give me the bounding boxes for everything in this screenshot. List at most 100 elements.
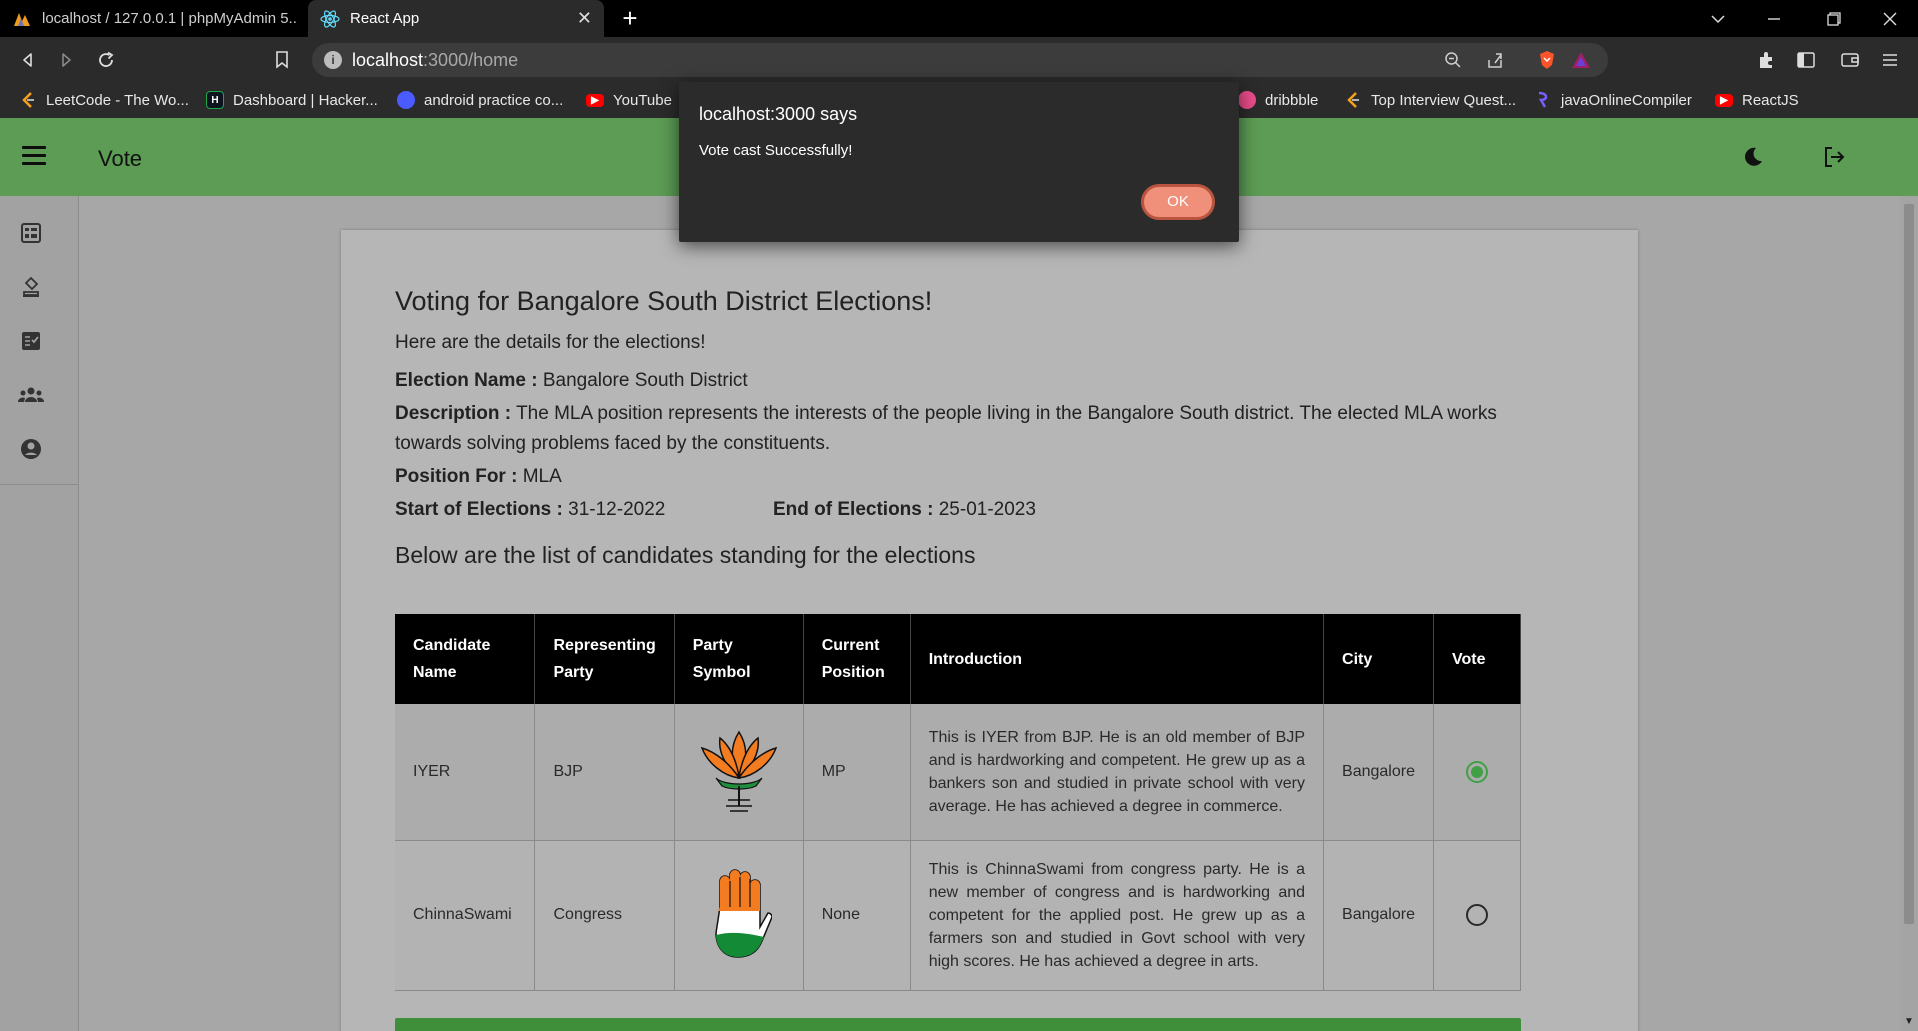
table-header-row: Candidate Name Representing Party Party … [395, 614, 1521, 704]
candidate-name: ChinnaSwami [395, 840, 536, 991]
header-party: Representing Party [534, 614, 675, 704]
extensions-icon[interactable] [1750, 44, 1782, 76]
page-title: Vote [98, 146, 143, 171]
brave-shield-icon[interactable] [1536, 49, 1558, 71]
description-field: Description : The MLA position represent… [395, 403, 1497, 454]
bookmark-dribbble[interactable]: dribbble [1238, 89, 1318, 111]
android-icon [397, 91, 415, 109]
header-vote: Vote [1433, 614, 1521, 704]
end-date-field: End of Elections : 25-01-2023 [773, 499, 1036, 520]
candidate-introduction: This is IYER from BJP. He is an old memb… [910, 704, 1325, 841]
candidate-introduction: This is ChinnaSwami from congress party.… [910, 840, 1325, 991]
start-date-field: Start of Elections : 31-12-2022 [395, 499, 666, 520]
table-row: ChinnaSwami Congress None This is Chinna… [395, 840, 1521, 991]
header-symbol: Party Symbol [674, 614, 804, 704]
menu-hamburger-icon[interactable] [1874, 44, 1906, 76]
vote-cell [1433, 840, 1521, 991]
election-heading: Voting for Bangalore South District Elec… [395, 286, 933, 316]
browser-tab-strip: localhost / 127.0.0.1 | phpMyAdmin 5... … [0, 0, 1918, 37]
candidate-city: Bangalore [1323, 704, 1434, 841]
dialog-ok-button[interactable]: OK [1141, 184, 1215, 220]
reload-icon[interactable] [90, 44, 122, 76]
dialog-message: Vote cast Successfully! [699, 142, 853, 159]
candidate-name: IYER [395, 704, 536, 841]
tab-title: React App [350, 10, 420, 27]
hand-symbol-icon [674, 840, 804, 991]
tab-react-app[interactable]: React App ✕ [308, 0, 604, 37]
candidate-party: Congress [534, 840, 675, 991]
scroll-down-arrow-icon[interactable]: ▼ [1904, 1016, 1914, 1027]
vote-icon[interactable] [18, 274, 44, 300]
react-icon [320, 9, 340, 29]
bookmark-android-practice[interactable]: android practice co... [397, 89, 563, 111]
bookmark-java-compiler[interactable]: javaOnlineCompiler [1534, 89, 1692, 111]
bookmark-hackerrank[interactable]: H Dashboard | Hacker... [206, 89, 378, 111]
tab-phpmyadmin[interactable]: localhost / 127.0.0.1 | phpMyAdmin 5... [0, 0, 308, 37]
candidates-heading: Below are the list of candidates standin… [395, 542, 976, 568]
new-tab-button[interactable]: + [616, 4, 644, 32]
brave-rewards-icon[interactable] [1570, 49, 1592, 71]
zoom-icon[interactable] [1442, 49, 1464, 71]
election-card: Voting for Bangalore South District Elec… [341, 230, 1638, 1031]
phpmyadmin-icon [12, 9, 32, 29]
scrollbar-thumb[interactable] [1904, 204, 1914, 924]
wallet-icon[interactable] [1834, 44, 1866, 76]
header-position: Current Position [803, 614, 911, 704]
vote-radio-chinnaswami[interactable] [1466, 904, 1488, 926]
logout-icon[interactable] [1822, 145, 1846, 169]
site-info-icon[interactable]: i [324, 51, 342, 69]
browser-toolbar: i localhost:3000/home [0, 37, 1918, 83]
candidate-city: Bangalore [1323, 840, 1434, 991]
dashboard-icon[interactable] [18, 220, 44, 246]
candidate-party: BJP [534, 704, 675, 841]
candidate-current-position: MP [803, 704, 911, 841]
minimize-icon[interactable] [1746, 0, 1802, 37]
close-window-icon[interactable] [1862, 0, 1918, 37]
lotus-symbol-icon [674, 704, 804, 841]
candidates-table: Candidate Name Representing Party Party … [395, 614, 1521, 991]
dribbble-icon [1238, 91, 1256, 109]
bookmark-youtube[interactable]: ▶ YouTube [586, 89, 672, 111]
youtube-icon: ▶ [586, 93, 604, 107]
sidebar-divider [0, 484, 78, 485]
compiler-icon [1534, 91, 1552, 109]
share-icon[interactable] [1484, 49, 1506, 71]
restore-icon[interactable] [1806, 0, 1862, 37]
results-icon[interactable] [18, 328, 44, 354]
dialog-title: localhost:3000 says [699, 104, 858, 124]
address-bar[interactable]: i localhost:3000/home [312, 43, 1608, 77]
close-tab-icon[interactable]: ✕ [577, 8, 592, 29]
candidates-icon[interactable] [18, 382, 44, 408]
page-scrollbar[interactable]: ▼ [1900, 196, 1918, 1031]
header-introduction: Introduction [910, 614, 1325, 704]
content-area: Voting for Bangalore South District Elec… [0, 196, 1918, 1031]
table-row: IYER BJP MP This is IYER from BJP. He is… [395, 704, 1521, 841]
candidate-current-position: None [803, 840, 911, 991]
back-icon[interactable] [12, 44, 44, 76]
election-subline: Here are the details for the elections! [395, 332, 706, 353]
header-candidate-name: Candidate Name [395, 614, 536, 704]
tab-search-chevron-icon[interactable] [1690, 0, 1746, 37]
election-name-field: Election Name : Bangalore South District [395, 370, 748, 391]
bookmark-leetcode[interactable]: LeetCode - The Wo... [19, 89, 189, 111]
leetcode-icon [19, 91, 37, 109]
url-text[interactable]: localhost:3000/home [352, 50, 518, 71]
dark-mode-moon-icon[interactable] [1742, 146, 1764, 168]
bookmark-reactjs[interactable]: ▶ ReactJS [1715, 89, 1799, 111]
vote-cell [1433, 704, 1521, 841]
submit-button[interactable]: SUBMIT [395, 1018, 1521, 1031]
hackerrank-icon: H [206, 91, 224, 109]
header-city: City [1323, 614, 1434, 704]
forward-icon[interactable] [50, 44, 82, 76]
sidebar-toggle-icon[interactable] [1790, 44, 1822, 76]
tab-title: localhost / 127.0.0.1 | phpMyAdmin 5... [42, 10, 296, 27]
vote-radio-iyer[interactable] [1466, 760, 1488, 783]
alert-dialog: localhost:3000 says Vote cast Successful… [679, 82, 1239, 242]
menu-icon[interactable] [22, 146, 46, 166]
bookmark-top-interview[interactable]: Top Interview Quest... [1344, 89, 1516, 111]
sidebar [0, 196, 79, 1031]
leetcode-icon [1344, 91, 1362, 109]
bookmark-icon[interactable] [266, 44, 298, 76]
position-field: Position For : MLA [395, 466, 562, 487]
profile-icon[interactable] [18, 436, 44, 462]
